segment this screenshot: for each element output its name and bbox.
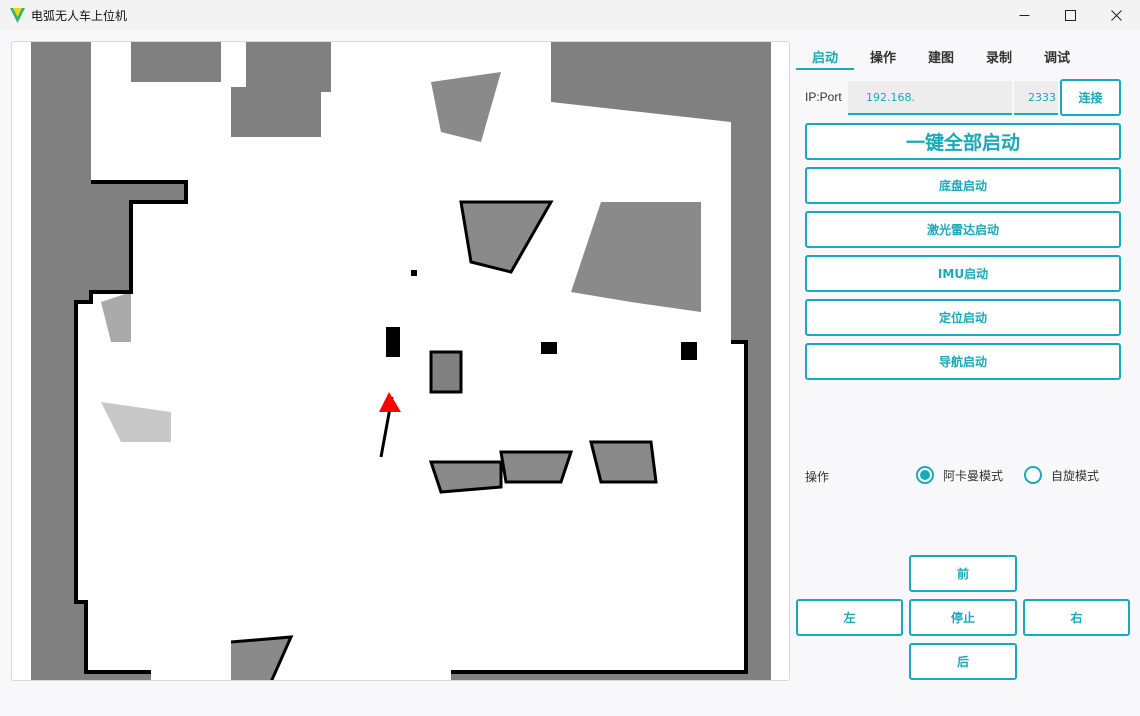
tab-mapping-label: 建图	[927, 50, 954, 66]
mode-ackermann-label: 阿卡曼模式	[943, 468, 1004, 483]
ip-port-label: IP:Port	[805, 90, 842, 104]
connect-button[interactable]: 连接	[1060, 79, 1121, 116]
minimize-icon	[1019, 14, 1029, 16]
tab-mapping[interactable]: 建图	[912, 42, 970, 70]
forward-label: 前	[956, 567, 969, 581]
tab-launch[interactable]: 启动	[796, 42, 854, 70]
maximize-icon	[1064, 9, 1076, 21]
launch-lidar-button[interactable]: 激光雷达启动	[805, 211, 1121, 248]
occupancy-grid-map[interactable]	[31, 42, 771, 681]
launch-all-button[interactable]: 一键全部启动	[805, 123, 1121, 160]
tab-operate-label: 操作	[869, 50, 896, 66]
maximize-button[interactable]	[1047, 0, 1093, 30]
mode-spin-label: 自旋模式	[1051, 468, 1100, 483]
launch-navigation-button[interactable]: 导航启动	[805, 343, 1121, 380]
tab-launch-label: 启动	[811, 50, 838, 66]
launch-lidar-label: 激光雷达启动	[926, 223, 999, 237]
mode-ackermann-radio[interactable]: 阿卡曼模式	[916, 464, 1003, 486]
tab-debug-label: 调试	[1043, 50, 1070, 66]
tab-operate[interactable]: 操作	[854, 42, 912, 70]
launch-imu-button[interactable]: IMU启动	[805, 255, 1121, 292]
tab-bar: 启动 操作 建图 录制 调试	[796, 42, 1116, 70]
map-view[interactable]	[11, 41, 790, 681]
launch-chassis-label: 底盘启动	[938, 179, 987, 193]
ip-input[interactable]	[848, 81, 1012, 115]
minimize-button[interactable]	[1001, 0, 1047, 30]
close-icon	[1110, 9, 1122, 21]
title-bar: 电弧无人车上位机	[0, 0, 1140, 30]
close-button[interactable]	[1093, 0, 1139, 30]
operation-mode-label: 操作	[805, 470, 830, 484]
tab-record-label: 录制	[985, 50, 1012, 66]
stop-button[interactable]: 停止	[909, 599, 1017, 636]
back-button[interactable]: 后	[909, 643, 1017, 680]
port-input[interactable]	[1014, 81, 1058, 115]
launch-localization-button[interactable]: 定位启动	[805, 299, 1121, 336]
right-button[interactable]: 右	[1023, 599, 1130, 636]
launch-navigation-label: 导航启动	[938, 355, 987, 369]
launch-chassis-button[interactable]: 底盘启动	[805, 167, 1121, 204]
right-label: 右	[1070, 611, 1083, 625]
left-button[interactable]: 左	[796, 599, 903, 636]
tab-active-indicator	[796, 68, 854, 70]
window-title: 电弧无人车上位机	[31, 9, 128, 23]
tab-record[interactable]: 录制	[970, 42, 1028, 70]
stop-label: 停止	[950, 611, 975, 625]
app-logo-icon	[10, 8, 25, 23]
left-label: 左	[843, 611, 856, 625]
launch-imu-label: IMU启动	[937, 267, 989, 281]
main-area: 启动 操作 建图 录制 调试 IP:Port 连接 一键全部启动 底盘启动 激光…	[0, 30, 1140, 716]
launch-localization-label: 定位启动	[938, 311, 987, 325]
mode-spin-radio[interactable]: 自旋模式	[1024, 464, 1099, 486]
launch-all-label: 一键全部启动	[905, 132, 1020, 154]
radio-checked-icon	[916, 466, 934, 484]
connect-button-label: 连接	[1078, 91, 1103, 105]
radio-unchecked-icon	[1024, 466, 1042, 484]
tab-debug[interactable]: 调试	[1028, 42, 1086, 70]
back-label: 后	[956, 655, 969, 669]
forward-button[interactable]: 前	[909, 555, 1017, 592]
